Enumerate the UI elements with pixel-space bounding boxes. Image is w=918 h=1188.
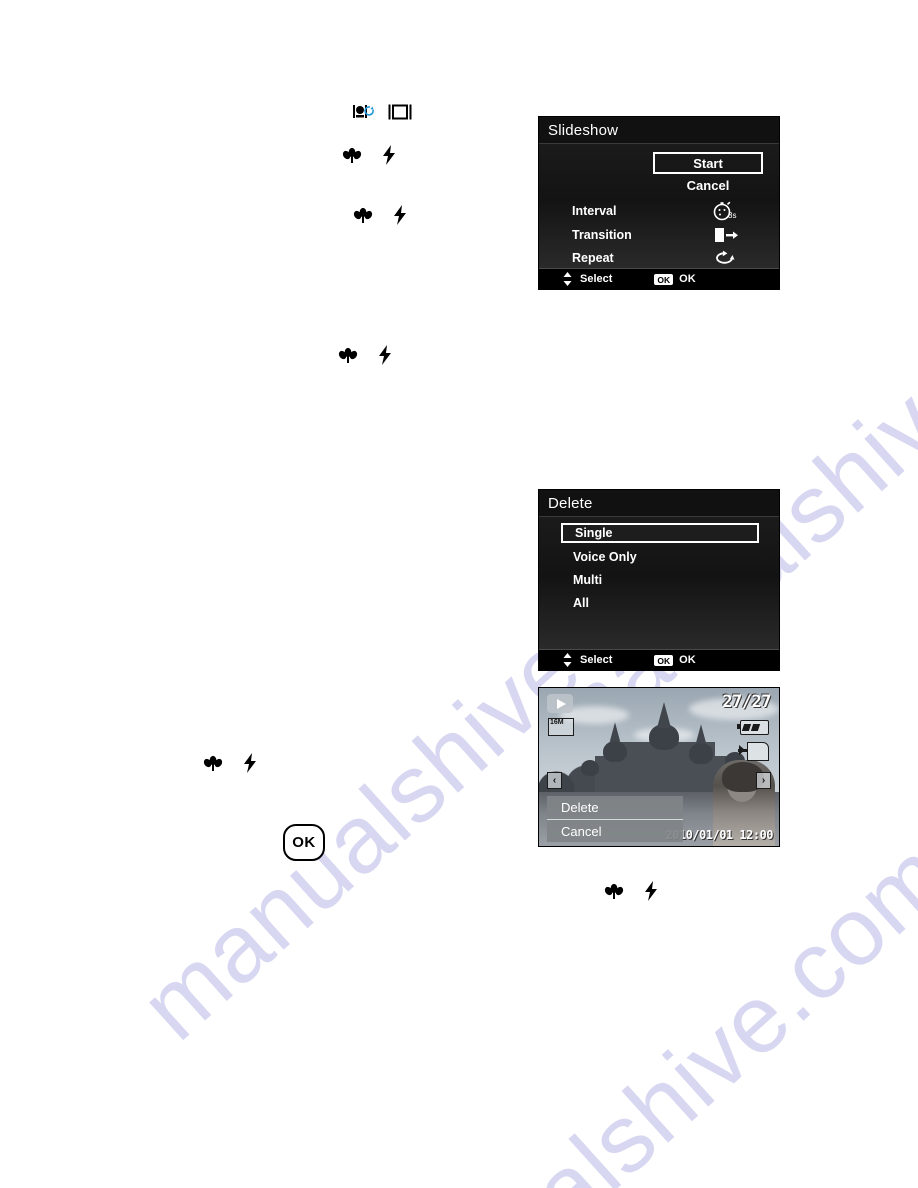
slideshow-screen: Slideshow Start Cancel Interval 3s Trans… [538, 116, 780, 290]
icon-row-macro-flash-2 [353, 205, 407, 229]
icon-row-macro-flash-5 [604, 881, 658, 905]
footer-ok-label: OK [679, 654, 696, 666]
photo-dome [689, 743, 713, 764]
stopwatch-3s-icon: 3s [698, 200, 752, 222]
slideshow-transition-label: Transition [572, 228, 632, 242]
icon-row-macro-flash-3 [338, 345, 392, 369]
photo-spire [657, 702, 671, 728]
photo-spire [609, 722, 621, 742]
play-triangle-icon [556, 698, 566, 709]
ok-button[interactable]: OK [283, 824, 325, 861]
battery-icon [737, 720, 769, 735]
up-down-arrows-icon [563, 653, 572, 667]
footer-ok-label: OK [679, 273, 696, 285]
icon-row-self-timer [352, 103, 412, 125]
self-timer-icon [352, 103, 374, 125]
flash-icon [243, 753, 257, 777]
flash-icon [378, 345, 392, 369]
delete-title: Delete [539, 490, 779, 517]
slideshow-row-repeat[interactable]: Repeat [572, 247, 772, 269]
macro-icon [203, 754, 223, 776]
prev-photo-button[interactable]: ‹ [547, 772, 562, 789]
manual-page: OK Slideshow Start Cancel Interval 3s Tr… [0, 0, 918, 1188]
flash-icon [382, 145, 396, 169]
footer-select-label: Select [580, 654, 613, 666]
delete-option-single[interactable]: Single [561, 523, 759, 543]
photo-menu-cancel[interactable]: Cancel [547, 819, 683, 842]
resolution-badge-icon: 16M [548, 718, 574, 736]
photo-spire [695, 724, 707, 744]
photo-playback-screen: 16M 27/27 ‹ › 2010/01/01 12:00 Delete Ca… [538, 687, 780, 847]
slideshow-row-interval[interactable]: Interval 3s [572, 200, 772, 222]
slideshow-title: Slideshow [539, 117, 779, 144]
macro-icon [338, 346, 358, 368]
slideshow-footer: Select OK OK [539, 268, 779, 289]
photo-dome [581, 760, 599, 776]
delete-footer: Select OK OK [539, 649, 779, 670]
delete-body: Single Voice Only Multi All [539, 517, 779, 649]
slideshow-interval-label: Interval [572, 204, 617, 218]
delete-option-voice-only[interactable]: Voice Only [561, 547, 759, 567]
slideshow-body: Start Cancel Interval 3s Transition Repe… [539, 144, 779, 268]
macro-icon [353, 206, 373, 228]
slideshow-start-button[interactable]: Start [653, 152, 763, 174]
icon-row-macro-flash-1 [342, 145, 396, 169]
loop-repeat-icon [698, 249, 752, 267]
macro-icon [604, 882, 624, 904]
slideshow-row-transition[interactable]: Transition [572, 224, 772, 246]
ok-chip-icon: OK [654, 273, 674, 285]
photo-dome [603, 741, 627, 762]
memory-card-icon [738, 742, 769, 761]
slideshow-cancel-button[interactable]: Cancel [653, 178, 763, 193]
delete-option-all[interactable]: All [561, 593, 759, 613]
svg-text:3s: 3s [728, 211, 736, 220]
flash-icon [644, 881, 658, 905]
footer-select-label: Select [580, 273, 613, 285]
display-toggle-icon [388, 104, 412, 124]
photo-context-menu: Delete Cancel [547, 796, 683, 842]
delete-screen: Delete Single Voice Only Multi All Selec… [538, 489, 780, 671]
macro-icon [342, 146, 362, 168]
slideshow-repeat-label: Repeat [572, 251, 614, 265]
play-icon[interactable] [547, 694, 573, 713]
resolution-badge-label: 16M [550, 719, 564, 726]
icon-row-macro-flash-4 [203, 753, 257, 777]
photo-counter: 27/27 [722, 692, 771, 712]
up-down-arrows-icon [563, 272, 572, 286]
photo-menu-delete[interactable]: Delete [547, 796, 683, 819]
next-photo-button[interactable]: › [756, 772, 771, 789]
slide-transition-icon [698, 226, 752, 244]
flash-icon [393, 205, 407, 229]
ok-chip-icon: OK [654, 654, 674, 666]
delete-option-multi[interactable]: Multi [561, 570, 759, 590]
